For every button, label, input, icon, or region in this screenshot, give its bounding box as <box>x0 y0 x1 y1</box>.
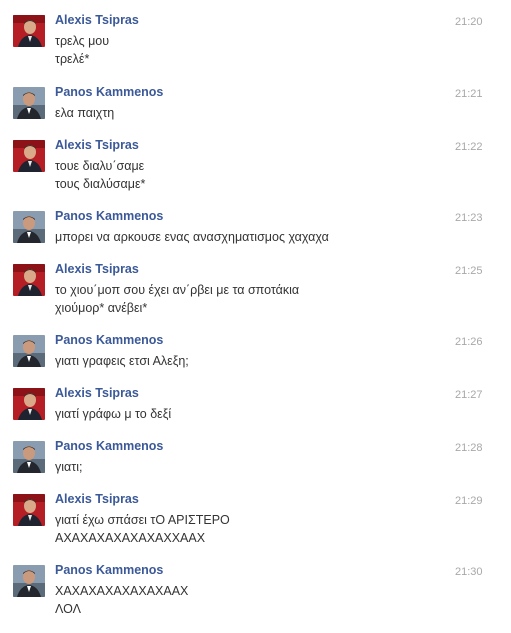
timestamp: 21:26 <box>455 336 483 348</box>
avatar[interactable] <box>13 15 45 47</box>
avatar[interactable] <box>13 441 45 473</box>
sender-name[interactable]: Alexis Tsipras <box>55 492 139 506</box>
avatar[interactable] <box>13 140 45 172</box>
message-line: τρελέ* <box>55 52 90 66</box>
message-line: ΧΑΧΑΧΑΧΑΧΑΧΑΧΑΑΧ <box>55 584 189 598</box>
timestamp: 21:21 <box>455 88 483 100</box>
avatar[interactable] <box>13 388 45 420</box>
sender-name[interactable]: Alexis Tsipras <box>55 138 139 152</box>
message-thread: Alexis Tsipras 21:20 τρελς μου τρελέ* Pa… <box>0 0 511 633</box>
message-text: γιατι γραφεις ετσι Αλεξη; <box>55 352 189 370</box>
message-line: τους διαλύσαμε* <box>55 177 146 191</box>
message-line: γιατί γράφω μ το δεξί <box>55 407 172 421</box>
message-line: μπορει να αρκουσε ενας ανασχηματισμος χα… <box>55 230 329 244</box>
timestamp: 21:25 <box>455 265 483 277</box>
message-line: γιατι γραφεις ετσι Αλεξη; <box>55 354 189 368</box>
message-line: γιατι; <box>55 460 83 474</box>
timestamp: 21:30 <box>455 566 483 578</box>
timestamp: 21:28 <box>455 442 483 454</box>
message-line: ΛΟΛ <box>55 602 81 616</box>
sender-name[interactable]: Panos Kammenos <box>55 439 163 453</box>
timestamp: 21:27 <box>455 389 483 401</box>
sender-name[interactable]: Panos Kammenos <box>55 333 163 347</box>
sender-name[interactable]: Alexis Tsipras <box>55 262 139 276</box>
sender-name[interactable]: Panos Kammenos <box>55 209 163 223</box>
timestamp: 21:22 <box>455 141 483 153</box>
message-text: το χιου΄μοπ σου έχει αν΄ρβει με τα σποτά… <box>55 281 299 317</box>
timestamp: 21:20 <box>455 16 483 28</box>
message-text: γιατί έχω σπάσει τΟ ΑΡΙΣΤΕΡΟ ΑΧΑΧΑΧΑΧΑΧΑ… <box>55 511 230 547</box>
sender-name[interactable]: Panos Kammenos <box>55 85 163 99</box>
message-text: ΧΑΧΑΧΑΧΑΧΑΧΑΧΑΑΧ ΛΟΛ <box>55 582 188 618</box>
message-line: χιούμορ* ανέβει* <box>55 301 148 315</box>
avatar[interactable] <box>13 211 45 243</box>
message-text: τουε διαλυ΄σαμε τους διαλύσαμε* <box>55 157 145 193</box>
sender-name[interactable]: Alexis Tsipras <box>55 13 139 27</box>
message-line: τουε διαλυ΄σαμε <box>55 159 145 173</box>
avatar[interactable] <box>13 565 45 597</box>
sender-name[interactable]: Panos Kammenos <box>55 563 163 577</box>
message-text: τρελς μου τρελέ* <box>55 32 109 68</box>
timestamp: 21:23 <box>455 212 483 224</box>
timestamp: 21:29 <box>455 495 483 507</box>
sender-name[interactable]: Alexis Tsipras <box>55 386 139 400</box>
message-text: γιατί γράφω μ το δεξί <box>55 405 171 423</box>
avatar[interactable] <box>13 494 45 526</box>
message-text: ελα παιχτη <box>55 104 114 122</box>
message-line: γιατί έχω σπάσει τΟ ΑΡΙΣΤΕΡΟ <box>55 513 230 527</box>
message-text: γιατι; <box>55 458 82 476</box>
message-line: ελα παιχτη <box>55 106 115 120</box>
message-line: τρελς μου <box>55 34 110 48</box>
message-line: ΑΧΑΧΑΧΑΧΑΧΑΧΑΧΧΑΑΧ <box>55 531 206 545</box>
message-text: μπορει να αρκουσε ενας ανασχηματισμος χα… <box>55 228 329 246</box>
avatar[interactable] <box>13 264 45 296</box>
avatar[interactable] <box>13 87 45 119</box>
avatar[interactable] <box>13 335 45 367</box>
message-line: το χιου΄μοπ σου έχει αν΄ρβει με τα σποτά… <box>55 283 300 297</box>
